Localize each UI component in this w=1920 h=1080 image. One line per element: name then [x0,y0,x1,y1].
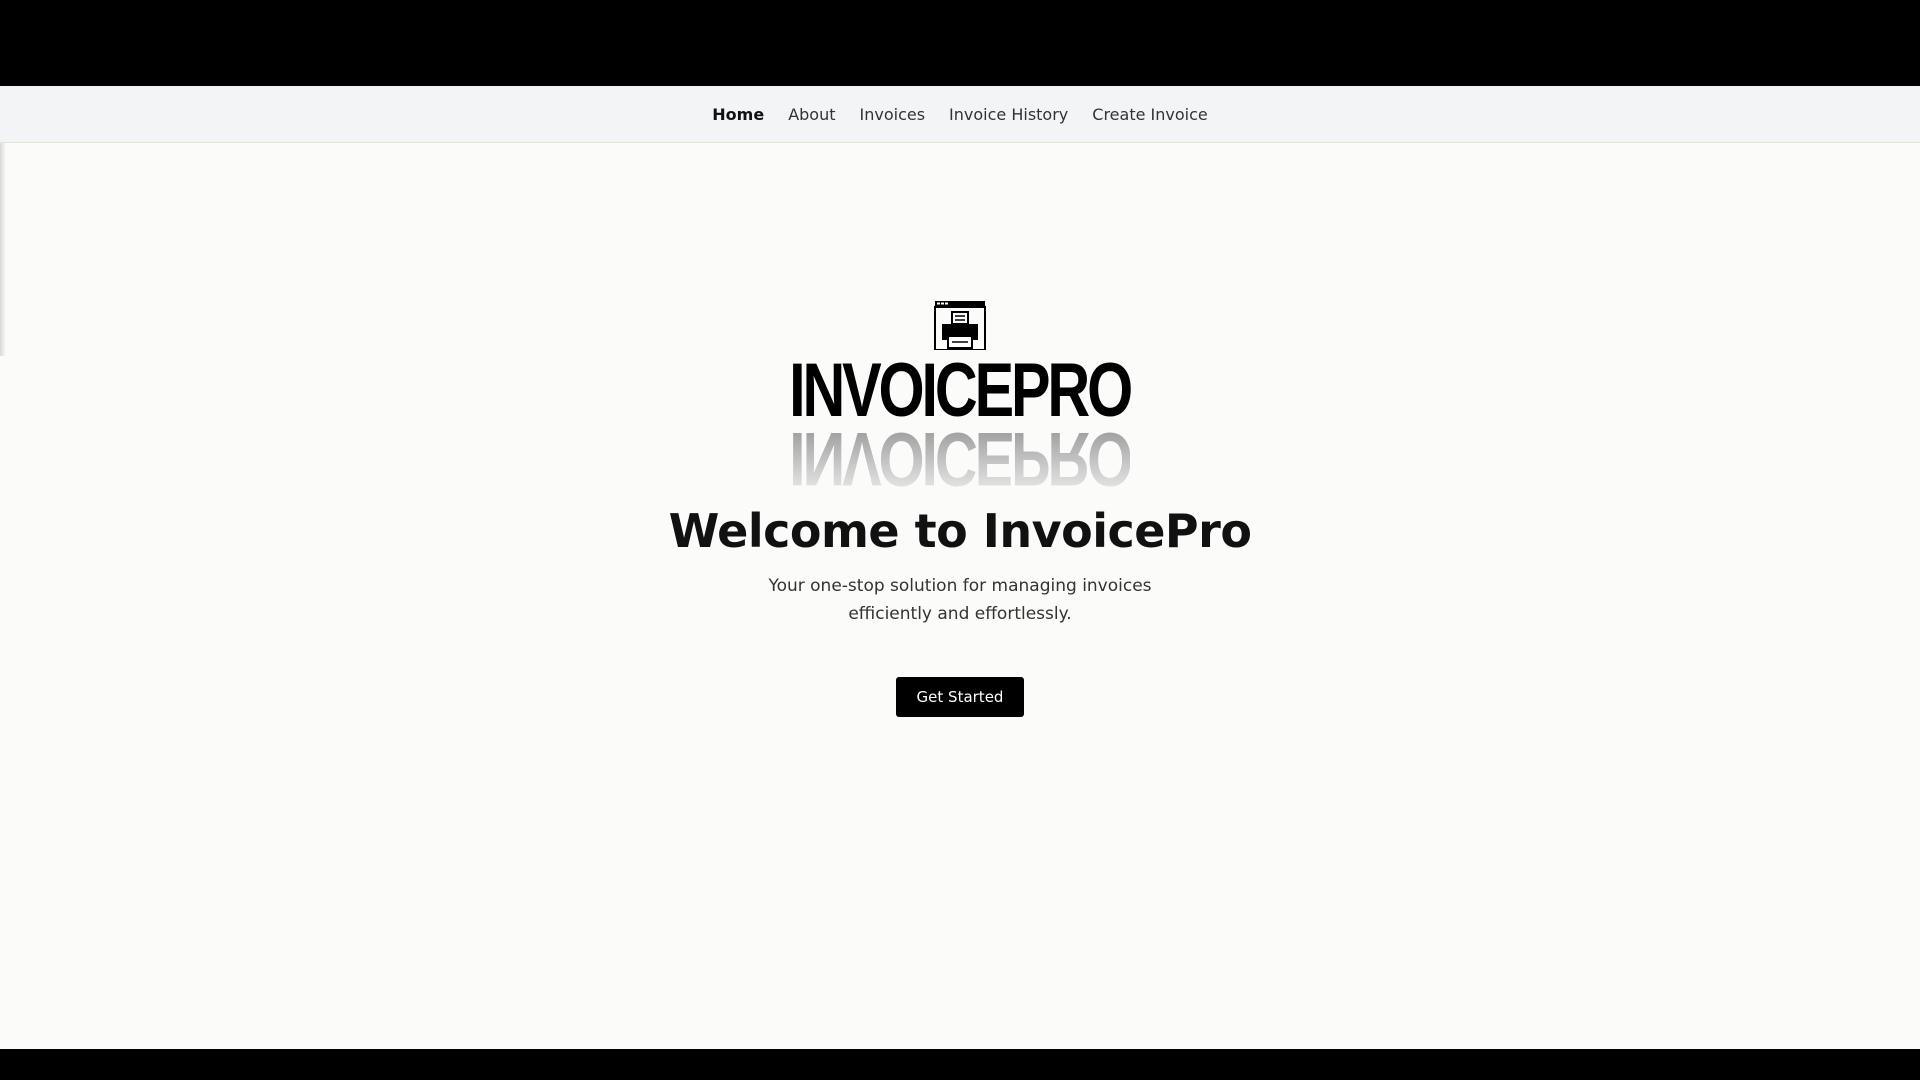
nav-invoice-history-link[interactable]: Invoice History [937,105,1080,124]
logo-reflection: INVOICEPRO [789,426,1131,490]
invoicepro-logo: INVOICEPRO INVOICEPRO [741,300,1178,490]
nav-invoices-link[interactable]: Invoices [848,105,938,124]
nav-about-link[interactable]: About [776,105,847,124]
get-started-button[interactable]: Get Started [896,677,1024,717]
nav-create-invoice-link[interactable]: Create Invoice [1080,105,1219,124]
logo-wordmark: INVOICEPRO [789,348,1133,433]
page-title: Welcome to InvoicePro [668,504,1252,558]
hero-subtitle: Your one-stop solution for managing invo… [768,576,1152,624]
nav-home-link[interactable]: Home [700,105,776,124]
hero-section: INVOICEPRO INVOICEPRO Welcome to Invoice… [0,300,1920,717]
printer-icon [933,300,986,354]
navbar: Home About Invoices Invoice History Crea… [0,86,1920,143]
screen-bottom-bar [0,1049,1920,1080]
page: Home About Invoices Invoice History Crea… [0,86,1920,1049]
screen-top-bar [0,0,1920,86]
